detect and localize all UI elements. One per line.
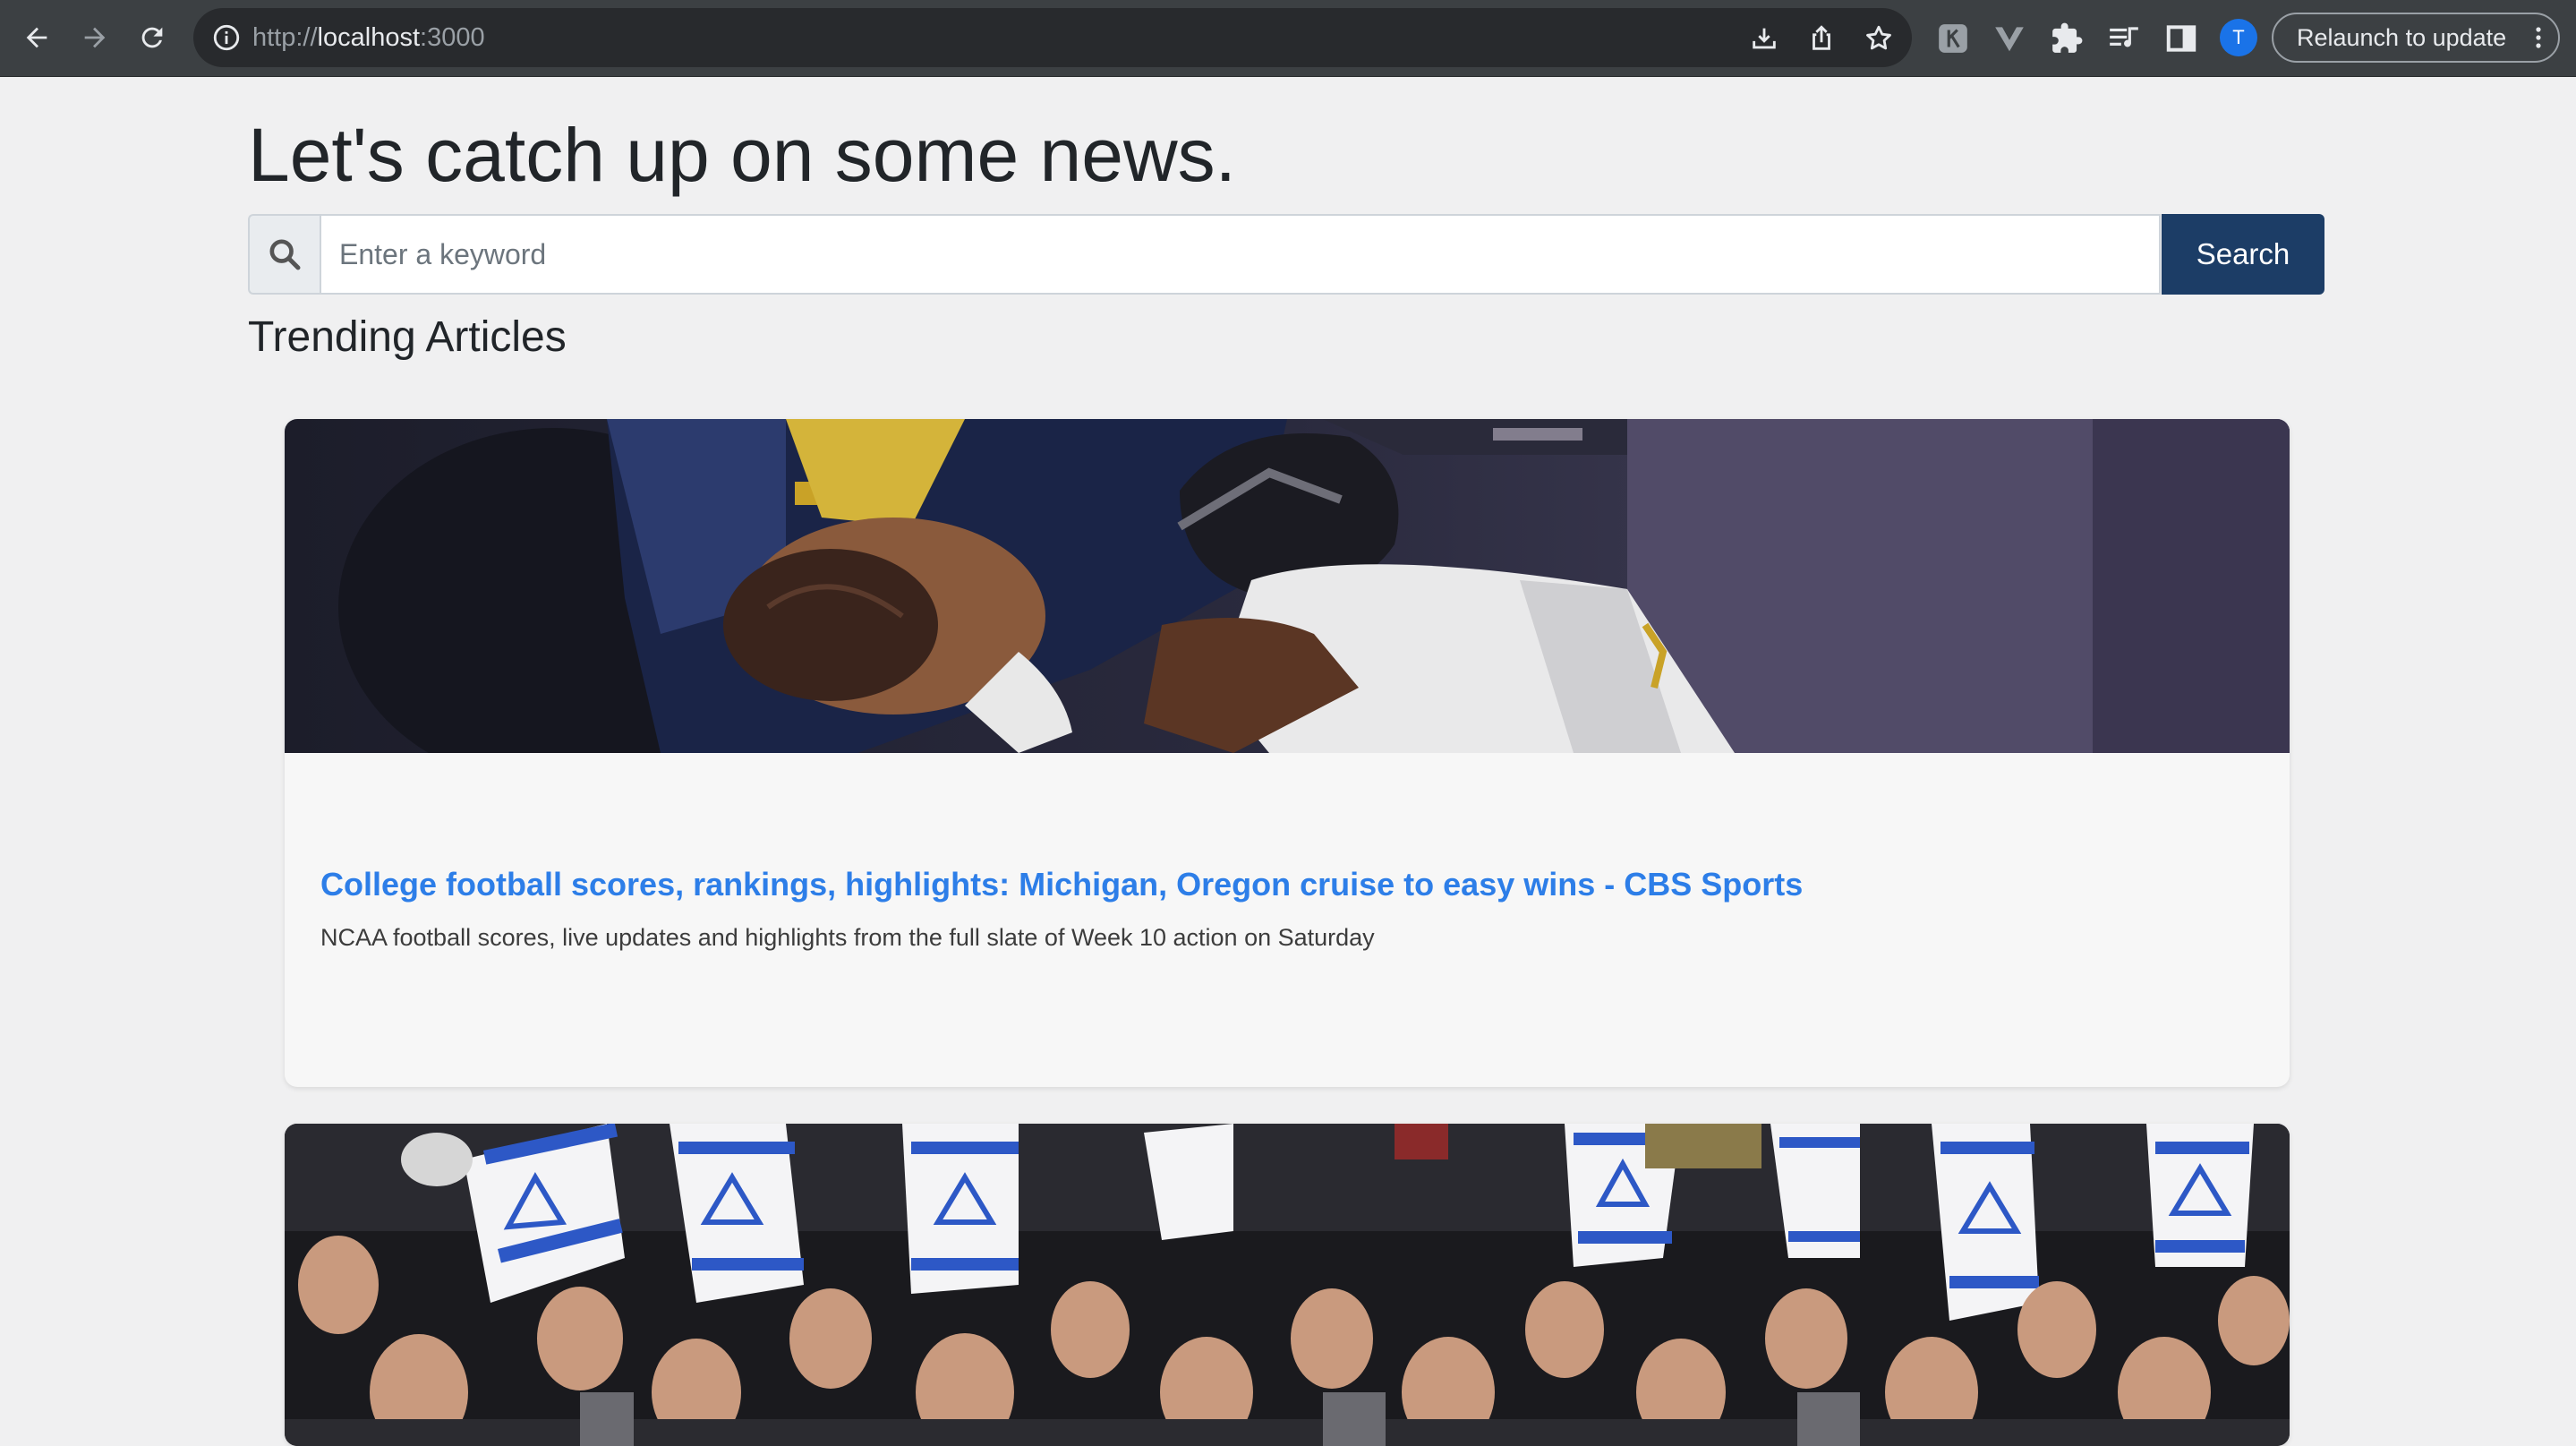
article-card	[285, 1124, 2290, 1446]
site-info-icon[interactable]	[211, 22, 242, 53]
bookmark-star-icon[interactable]	[1864, 23, 1894, 54]
back-button[interactable]	[15, 16, 58, 59]
extension-1-icon[interactable]	[1936, 21, 1970, 56]
forward-button[interactable]	[73, 16, 116, 59]
article-image-football[interactable]	[285, 419, 2290, 753]
relaunch-label: Relaunch to update	[2297, 24, 2507, 51]
address-bar[interactable]: http://localhost:3000	[193, 8, 1912, 67]
search-icon	[269, 239, 301, 270]
back-icon	[26, 27, 47, 48]
url-text: http://localhost:3000	[252, 23, 485, 52]
search-input[interactable]	[320, 214, 2161, 295]
search-icon-addon	[248, 214, 320, 295]
share-icon[interactable]	[1806, 23, 1837, 54]
search-button[interactable]: Search	[2162, 214, 2324, 295]
article-card: College football scores, rankings, highl…	[285, 419, 2290, 1087]
protest-crowd-with-flags-photo	[285, 1124, 2290, 1446]
section-title: Trending Articles	[248, 313, 567, 361]
football-action-photo	[285, 419, 2290, 753]
page-title: Let's catch up on some news.	[248, 113, 1236, 197]
page-content: Let's catch up on some news. Search Tren…	[0, 78, 2576, 1446]
profile-avatar[interactable]: T	[2220, 19, 2257, 56]
relaunch-to-update-button[interactable]: Relaunch to update	[2272, 13, 2560, 63]
install-icon[interactable]	[1749, 23, 1779, 54]
search-bar: Search	[248, 214, 2324, 295]
vue-devtools-icon[interactable]	[1992, 21, 2026, 56]
article-image-protest[interactable]	[285, 1124, 2290, 1446]
side-panel-icon[interactable]	[2164, 21, 2198, 56]
menu-dots-icon	[2536, 27, 2541, 48]
reload-button[interactable]	[131, 16, 174, 59]
reload-icon	[141, 27, 163, 48]
reading-list-icon[interactable]	[2107, 21, 2141, 56]
article-description: NCAA football scores, live updates and h…	[320, 924, 1375, 951]
article-title-link[interactable]: College football scores, rankings, highl…	[320, 865, 1803, 904]
browser-toolbar: http://localhost:3000 T Relaunch to upda…	[0, 0, 2576, 77]
forward-icon	[84, 27, 106, 48]
extensions-puzzle-icon[interactable]	[2050, 21, 2084, 56]
